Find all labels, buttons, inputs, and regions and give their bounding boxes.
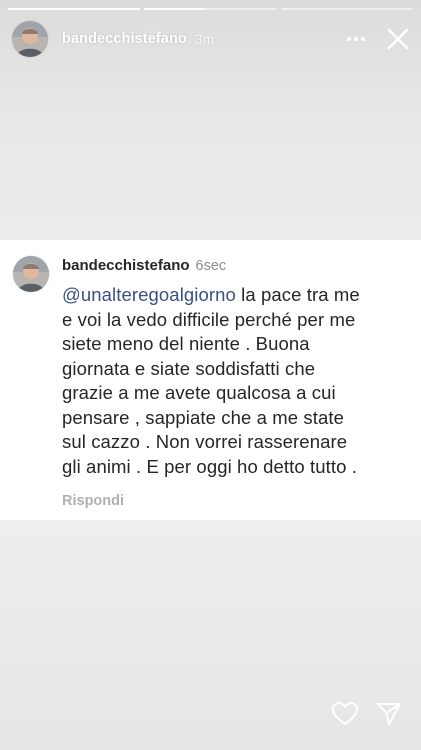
more-horizontal-icon[interactable] [343, 26, 369, 52]
progress-segment [8, 8, 141, 10]
comment-username[interactable]: bandecchistefano [62, 256, 190, 276]
progress-segment [280, 8, 413, 10]
close-icon[interactable] [385, 26, 411, 52]
comment-time: 6sec [195, 258, 227, 274]
progress-fill [8, 8, 141, 10]
comment-line: grazie a me avete qualcosa a cui [62, 382, 336, 403]
comment-line: giornata e siate soddisfatti che [62, 357, 316, 379]
comment-text: @unalteregoalgiorno la pace tra me e voi … [62, 283, 407, 479]
avatar[interactable] [12, 21, 48, 57]
progress-segment [144, 8, 277, 10]
comment-line: e voi la vedo difficile perché per me [62, 308, 356, 330]
comment-line: siete meno del niente . Buona [62, 333, 310, 354]
story-progress [8, 8, 413, 10]
story-username[interactable]: bandecchistefano [62, 31, 187, 47]
comment-line: la pace tra me [235, 284, 360, 305]
reply-button[interactable]: Rispondi [62, 493, 124, 509]
comment-avatar[interactable] [13, 256, 49, 292]
comment-line: gli animi . E per oggi ho detto tutto . [62, 455, 357, 477]
comment-mention[interactable]: @unalteregoalgiorno [62, 284, 236, 305]
story-header: bandecchistefano 3m [12, 20, 411, 58]
heart-icon[interactable] [331, 700, 359, 728]
shared-comment-card: bandecchistefano 6sec @unalteregoalgiorn… [0, 240, 421, 520]
story-time: 3m [194, 31, 215, 47]
comment-line: sul cazzo . Non vorrei rasserenare [62, 431, 348, 452]
comment-line: pensare , sappiate che a me state [62, 406, 345, 428]
comment-meta: bandecchistefano 6sec [62, 256, 407, 276]
send-icon[interactable] [375, 700, 403, 728]
progress-fill [144, 8, 204, 10]
comment-content: bandecchistefano 6sec @unalteregoalgiorn… [62, 256, 407, 510]
